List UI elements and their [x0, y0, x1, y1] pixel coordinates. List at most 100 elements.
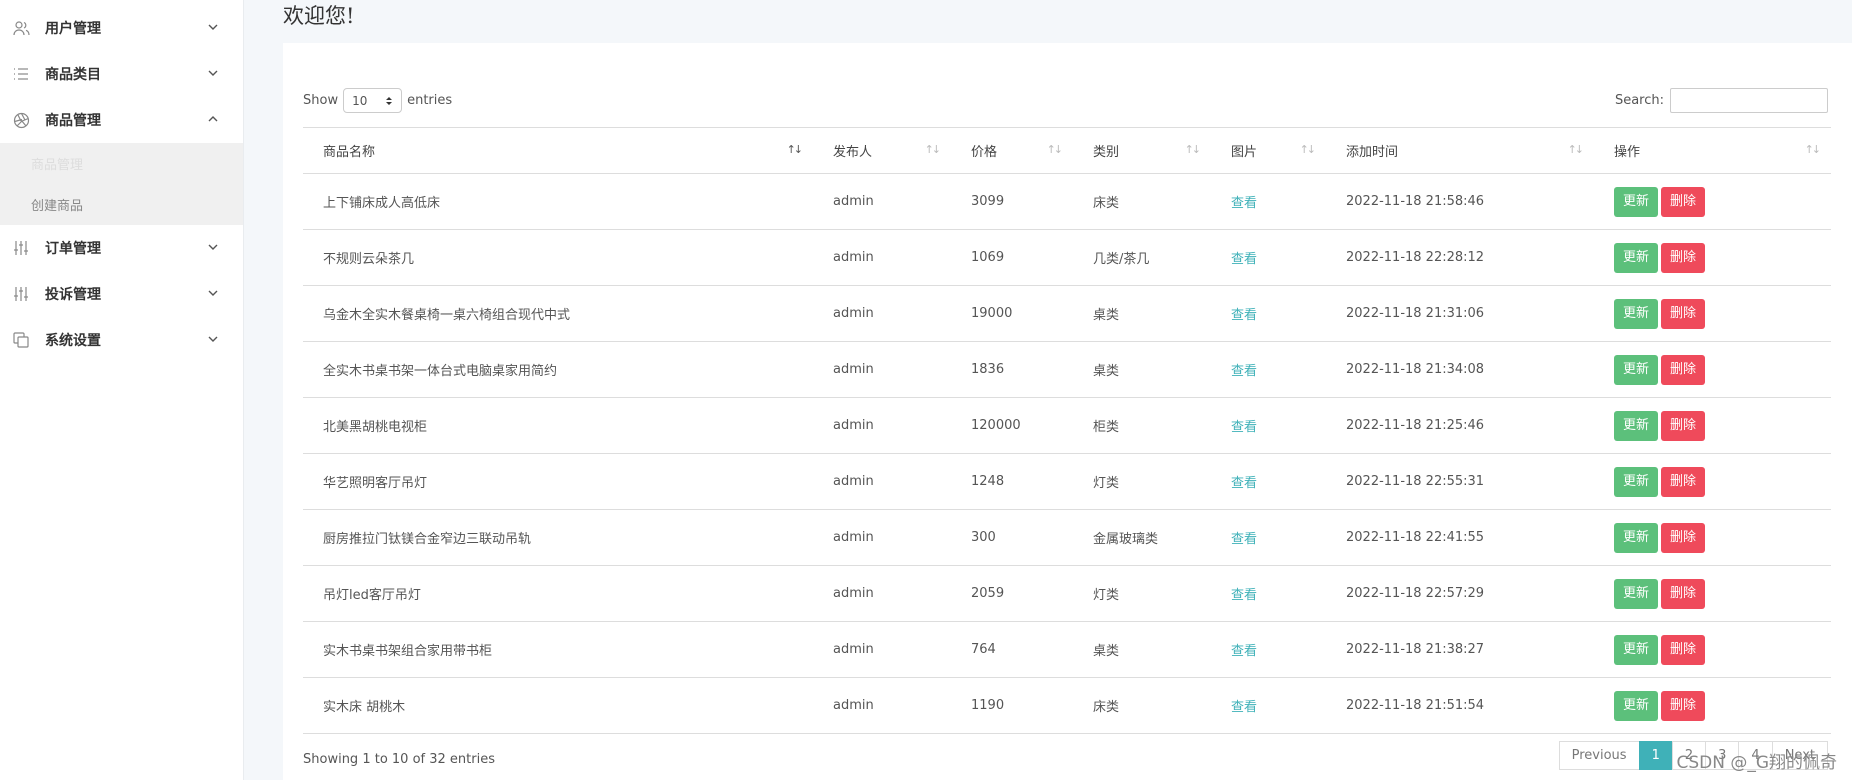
sidebar-item-label: 用户管理: [45, 21, 101, 37]
cell-publisher: admin: [813, 453, 951, 510]
column-header-time[interactable]: 添加时间 ↑↓: [1326, 127, 1594, 174]
column-header-name[interactable]: 商品名称 ↑↓: [303, 127, 813, 174]
cell-name: 乌金木全实木餐桌椅一桌六椅组合现代中式: [303, 285, 813, 342]
view-image-link[interactable]: 查看: [1211, 509, 1326, 566]
view-image-link[interactable]: 查看: [1211, 397, 1326, 454]
update-button[interactable]: 更新: [1614, 578, 1659, 609]
update-button[interactable]: 更新: [1614, 466, 1659, 497]
column-header-price[interactable]: 价格 ↑↓: [951, 127, 1073, 174]
column-header-category[interactable]: 类别 ↑↓: [1073, 127, 1211, 174]
view-image-link[interactable]: 查看: [1211, 453, 1326, 510]
copy-icon: [12, 331, 30, 349]
cell-time: 2022-11-18 22:57:29: [1326, 565, 1594, 622]
cell-publisher: admin: [813, 397, 951, 454]
submenu-item-product-management[interactable]: 商品管理: [0, 143, 243, 184]
table-row: 北美黑胡桃电视柜 admin 120000 柜类 查看 2022-11-18 2…: [303, 397, 1831, 454]
chevron-down-icon: [205, 285, 221, 301]
cell-publisher: admin: [813, 229, 951, 286]
sidebar-item-label: 投诉管理: [45, 287, 101, 303]
cell-publisher: admin: [813, 341, 951, 398]
column-header-label: 添加时间: [1346, 145, 1399, 160]
view-image-link[interactable]: 查看: [1211, 229, 1326, 286]
table-row: 全实木书桌书架一体台式电脑桌家用简约 admin 1836 桌类 查看 2022…: [303, 341, 1831, 398]
view-image-link[interactable]: 查看: [1211, 621, 1326, 678]
sidebar-item-products[interactable]: 商品管理: [0, 97, 243, 143]
table-row: 实木书桌书架组合家用带书柜 admin 764 桌类 查看 2022-11-18…: [303, 621, 1831, 678]
cell-price: 764: [951, 621, 1073, 678]
column-header-label: 图片: [1231, 145, 1258, 160]
view-image-link[interactable]: 查看: [1211, 677, 1326, 734]
cell-category: 灯类: [1073, 453, 1211, 510]
cell-actions: 更新 删除: [1594, 173, 1831, 230]
sort-icon: ↑↓: [924, 143, 942, 156]
chevron-down-icon: [205, 239, 221, 255]
sidebar-item-orders[interactable]: 订单管理: [0, 225, 243, 271]
view-image-link[interactable]: 查看: [1211, 285, 1326, 342]
update-button[interactable]: 更新: [1614, 186, 1659, 217]
cell-actions: 更新 删除: [1594, 229, 1831, 286]
cell-price: 120000: [951, 397, 1073, 454]
chevron-down-icon: [205, 65, 221, 81]
cell-name: 华艺照明客厅吊灯: [303, 453, 813, 510]
search-input[interactable]: [1670, 88, 1828, 113]
cell-actions: 更新 删除: [1594, 677, 1831, 734]
sidebar-item-complaints[interactable]: 投诉管理: [0, 271, 243, 317]
main-content: 欢迎您! Show 10 entries Search: 商品名称 ↑↓ 发布人 ↑…: [244, 0, 1852, 780]
sidebar-item-settings[interactable]: 系统设置: [0, 317, 243, 363]
delete-button[interactable]: 删除: [1661, 466, 1706, 497]
submenu-item-create-product[interactable]: 创建商品: [0, 184, 243, 225]
delete-button[interactable]: 删除: [1661, 690, 1706, 721]
view-image-link[interactable]: 查看: [1211, 173, 1326, 230]
sidebar: 用户管理 商品类目 商品管理 商品管理 创建商品 订单管理 投诉管理 系统设置: [0, 0, 244, 780]
table-info: Showing 1 to 10 of 32 entries: [303, 752, 495, 767]
delete-button[interactable]: 删除: [1661, 354, 1706, 385]
cell-actions: 更新 删除: [1594, 397, 1831, 454]
chevron-up-icon: [205, 111, 221, 127]
delete-button[interactable]: 删除: [1661, 242, 1706, 273]
cell-price: 1190: [951, 677, 1073, 734]
users-icon: [12, 19, 30, 37]
cell-time: 2022-11-18 22:55:31: [1326, 453, 1594, 510]
cell-time: 2022-11-18 21:31:06: [1326, 285, 1594, 342]
column-header-actions[interactable]: 操作 ↑↓: [1594, 127, 1831, 174]
sort-icon: ↑↓: [1567, 143, 1585, 156]
entries-label: entries: [407, 93, 453, 108]
update-button[interactable]: 更新: [1614, 298, 1659, 329]
delete-button[interactable]: 删除: [1661, 634, 1706, 665]
cell-time: 2022-11-18 21:34:08: [1326, 341, 1594, 398]
sort-icon: ↑↓: [1184, 143, 1202, 156]
sidebar-item-users[interactable]: 用户管理: [0, 5, 243, 51]
cell-category: 几类/茶几: [1073, 229, 1211, 286]
update-button[interactable]: 更新: [1614, 354, 1659, 385]
delete-button[interactable]: 删除: [1661, 186, 1706, 217]
cell-name: 实木床 胡桃木: [303, 677, 813, 734]
update-button[interactable]: 更新: [1614, 522, 1659, 553]
sort-icon: ↑↓: [1299, 143, 1317, 156]
page-length-select[interactable]: 10: [343, 88, 403, 113]
sidebar-item-categories[interactable]: 商品类目: [0, 51, 243, 97]
column-header-image[interactable]: 图片 ↑↓: [1211, 127, 1326, 174]
delete-button[interactable]: 删除: [1661, 522, 1706, 553]
search-control: Search:: [1615, 88, 1828, 113]
table-body: 上下铺床成人高低床 admin 3099 床类 查看 2022-11-18 21…: [303, 173, 1831, 734]
delete-button[interactable]: 删除: [1661, 298, 1706, 329]
pagination-previous[interactable]: Previous: [1558, 741, 1640, 770]
sort-asc-icon: ↑↓: [786, 143, 804, 156]
view-image-link[interactable]: 查看: [1211, 341, 1326, 398]
table-row: 上下铺床成人高低床 admin 3099 床类 查看 2022-11-18 21…: [303, 173, 1831, 230]
update-button[interactable]: 更新: [1614, 410, 1659, 441]
update-button[interactable]: 更新: [1614, 690, 1659, 721]
column-header-publisher[interactable]: 发布人 ↑↓: [813, 127, 951, 174]
sidebar-item-label: 商品类目: [45, 67, 101, 83]
cell-publisher: admin: [813, 565, 951, 622]
update-button[interactable]: 更新: [1614, 242, 1659, 273]
cell-actions: 更新 删除: [1594, 341, 1831, 398]
update-button[interactable]: 更新: [1614, 634, 1659, 665]
table-row: 吊灯led客厅吊灯 admin 2059 灯类 查看 2022-11-18 22…: [303, 565, 1831, 622]
delete-button[interactable]: 删除: [1661, 410, 1706, 441]
delete-button[interactable]: 删除: [1661, 578, 1706, 609]
pagination-page-1[interactable]: 1: [1638, 741, 1673, 770]
cell-category: 灯类: [1073, 565, 1211, 622]
view-image-link[interactable]: 查看: [1211, 565, 1326, 622]
show-label: Show: [303, 93, 339, 108]
